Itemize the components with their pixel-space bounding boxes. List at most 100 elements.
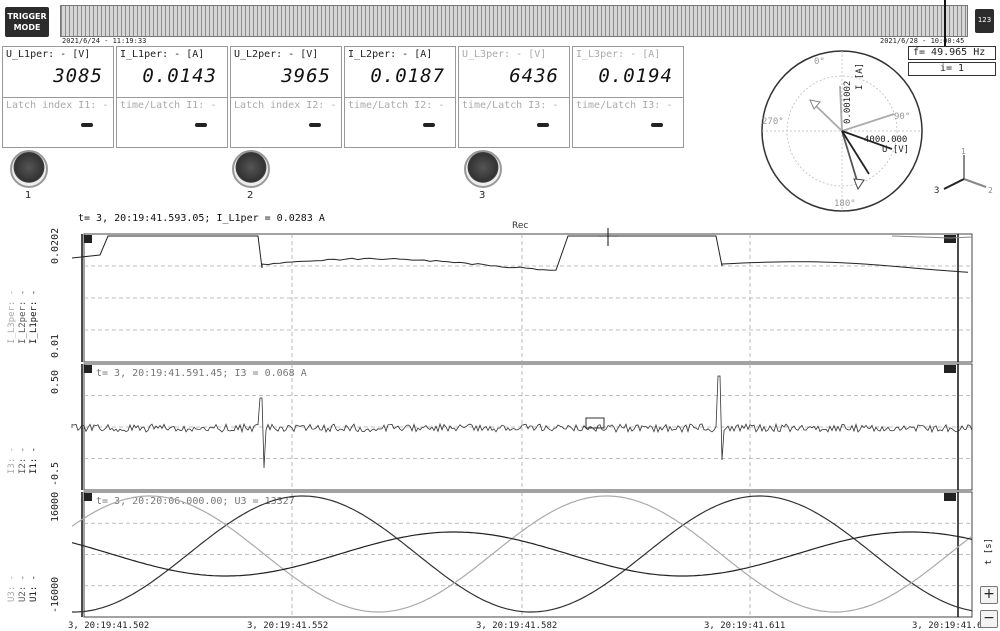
meter-name: U_L3per: - [V] [462, 49, 546, 60]
index-display: i= 1 [908, 62, 996, 76]
trigger-mode-button[interactable]: TRIGGER MODE [5, 7, 49, 37]
y-max-label: 0.0202 [50, 228, 61, 264]
time-tick-label: 3, 20:19:41.611 [704, 621, 785, 631]
series-label: I_L1per: - [29, 290, 39, 344]
series-label: I_L3per: - [7, 290, 17, 344]
led-icon [232, 150, 270, 188]
series-label: U2: - [18, 575, 28, 602]
meter-latch-dash [537, 123, 549, 127]
meter-latch-dash [423, 123, 435, 127]
start-date: 2021/6/24 - 11:19:33 [62, 37, 146, 45]
meter-latch-label: time/Latch I2: - [348, 100, 444, 111]
meter-value: 0.0194 [598, 65, 673, 87]
cursor-marker-icon [84, 235, 92, 243]
meter-value: 3965 [281, 65, 331, 87]
meter-latch-label: time/Latch I3: - [576, 100, 672, 111]
meter-divider [345, 97, 455, 98]
i-unit-label: I [A] [855, 63, 865, 90]
cursor-marker-icon [944, 365, 956, 373]
series-label: I_L2per: - [18, 290, 28, 344]
zoom-out-button[interactable]: − [980, 610, 998, 628]
u-scale-label: 4000.000 [864, 135, 907, 145]
meter-1[interactable]: U_L1per: - [V] 3085 Latch index I1: - [2, 46, 114, 148]
series-label: U1: - [29, 575, 39, 602]
meter-latch-dash [81, 123, 93, 127]
y-min-label: -0.5 [50, 462, 61, 486]
led-label: 1 [25, 190, 31, 201]
axis-x-line [964, 179, 986, 187]
recording-overview-strip[interactable] [60, 5, 968, 37]
axis-z-line [944, 179, 964, 189]
channel-1-indicator: 1 [10, 150, 50, 200]
meter-6[interactable]: I_L3per: - [A] 0.0194 time/Latch I3: - [572, 46, 684, 148]
y-max-label: 16000 [50, 492, 61, 522]
deg-180-label: 180° [834, 199, 856, 209]
zoom-in-button[interactable]: + [980, 586, 998, 604]
meter-2[interactable]: I_L1per: - [A] 0.0143 time/Latch I1: - [116, 46, 228, 148]
chart-cursor-readout: t= 3, 20:20:06.000.00; U3 = 13327 [96, 496, 295, 507]
chart-cursor-readout: t= 3, 20:19:41.591.45; I3 = 0.068 A [96, 368, 307, 379]
overview-cursor[interactable] [944, 0, 946, 46]
axis-label-1: 1 [961, 147, 966, 156]
y-min-label: 0.01 [50, 334, 61, 358]
zoom-controls: + − [978, 500, 1000, 631]
rec-label: Rec [512, 221, 528, 231]
time-tick-label: 3, 20:19:41.552 [247, 621, 328, 631]
meter-divider [459, 97, 569, 98]
phasor-diagram[interactable]: 0° 90° 180° 270° 0.001002 I [A] 4000.000… [754, 44, 930, 214]
waveform-charts[interactable]: 0.0202 0.01 I_L3per: - I_L2per: - I_L1per: -… [0, 212, 1000, 631]
cursor-marker-icon [944, 235, 956, 243]
meter-divider [3, 97, 113, 98]
meter-name: U_L2per: - [V] [234, 49, 318, 60]
meter-value: 0.0143 [142, 65, 217, 87]
meter-name: I_L2per: - [A] [348, 49, 432, 60]
deg-0-label: 0° [814, 57, 825, 67]
meter-divider [117, 97, 227, 98]
deg-270-label: 270° [762, 117, 784, 127]
chart1-cursor-readout: t= 3, 20:19:41.593.05; I_L1per = 0.0283 … [78, 213, 325, 224]
led-icon [464, 150, 502, 188]
meter-latch-label: time/Latch I1: - [120, 100, 216, 111]
meter-3[interactable]: U_L2per: - [V] 3965 Latch index I2: - [230, 46, 342, 148]
series-label: I1: - [29, 447, 39, 474]
channel-2-indicator: 2 [232, 150, 272, 200]
meter-latch-dash [309, 123, 321, 127]
meter-divider [573, 97, 683, 98]
led-icon [10, 150, 48, 188]
time-tick-label: 3, 20:19:41.502 [68, 621, 149, 631]
meter-name: I_L3per: - [A] [576, 49, 660, 60]
channel-3-indicator: 3 [464, 150, 504, 200]
numeric-display-button[interactable]: 123 [975, 9, 994, 33]
trigger-label-2: MODE [5, 22, 49, 33]
meter-latch-dash [195, 123, 207, 127]
meter-value: 6436 [509, 65, 559, 87]
meter-latch-label: Latch index I1: - [6, 100, 108, 111]
axis-label-2: 2 [988, 186, 993, 195]
meter-name: U_L1per: - [V] [6, 49, 90, 60]
i-scale-label: 0.001002 [843, 81, 853, 124]
meter-value: 3085 [53, 65, 103, 87]
time-tick-label: 3, 20:19:41.582 [476, 621, 557, 631]
axis-label-3: 3 [934, 186, 939, 196]
meter-5[interactable]: U_L3per: - [V] 6436 time/Latch I3: - [458, 46, 570, 148]
top-bar: TRIGGER MODE 2021/6/24 - 11:19:33 2021/6… [0, 0, 1000, 46]
meter-panel: U_L1per: - [V] 3085 Latch index I1: - I_L1p… [0, 46, 686, 150]
meter-4[interactable]: I_L2per: - [A] 0.0187 time/Latch I2: - [344, 46, 456, 148]
series-label: U3: - [7, 575, 17, 602]
meter-latch-dash [651, 123, 663, 127]
cursor-marker-icon [84, 493, 92, 501]
y-max-label: 0.50 [50, 370, 61, 394]
axes-orientation-widget[interactable]: 1 2 3 [930, 145, 998, 205]
meter-latch-label: time/Latch I3: - [462, 100, 558, 111]
time-axis-unit: t [s] [984, 538, 994, 565]
meter-value: 0.0187 [370, 65, 445, 87]
meter-name: I_L1per: - [A] [120, 49, 204, 60]
led-label: 2 [247, 190, 253, 201]
meter-latch-label: Latch index I2: - [234, 100, 336, 111]
led-label: 3 [479, 190, 485, 201]
series-label: I3: - [7, 447, 17, 474]
meter-divider [231, 97, 341, 98]
cursor-marker-icon [944, 493, 956, 501]
trigger-label-1: TRIGGER [5, 11, 49, 22]
series-label: I2: - [18, 447, 28, 474]
